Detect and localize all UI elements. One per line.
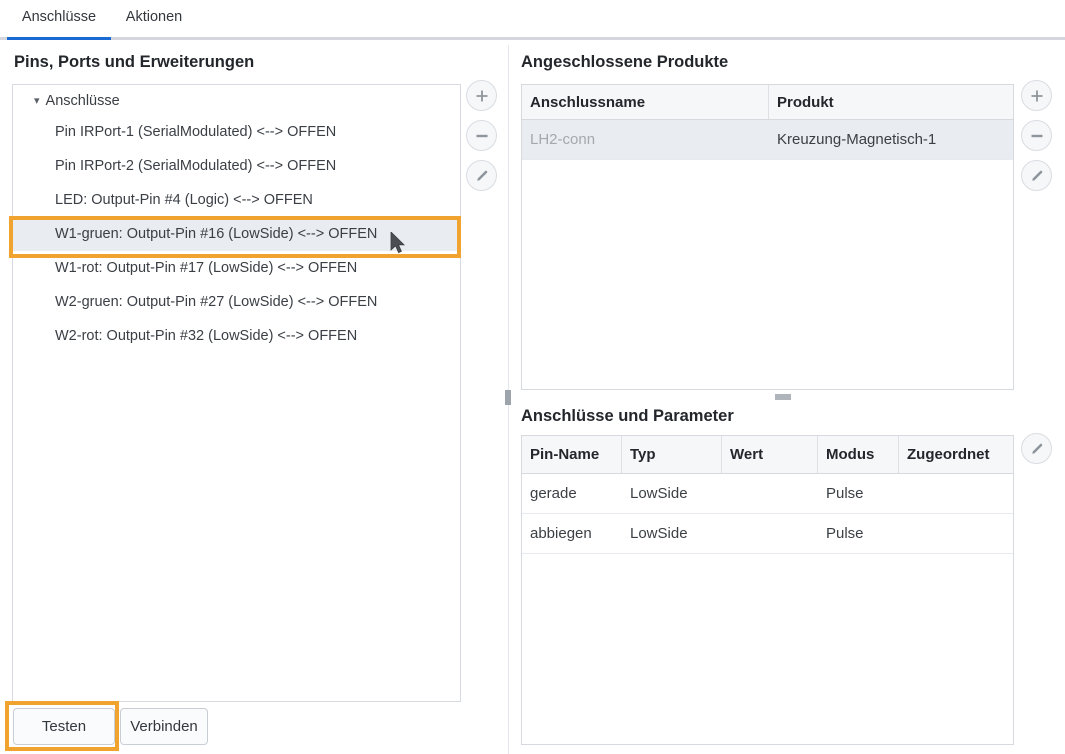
add-pin-button[interactable] [466, 80, 497, 111]
vertical-splitter-handle[interactable] [505, 390, 511, 405]
pencil-icon [1029, 168, 1045, 184]
verbinden-button[interactable]: Verbinden [120, 708, 208, 745]
cell-zugeordnet [899, 474, 1013, 513]
tree-item[interactable]: Pin IRPort-2 (SerialModulated) <--> OFFE… [13, 149, 460, 183]
tree-item[interactable]: W1-gruen: Output-Pin #16 (LowSide) <--> … [13, 217, 460, 251]
tab-bar-divider [0, 37, 1065, 40]
tab-bar: Anschlüsse Aktionen [0, 0, 1065, 40]
products-table: Anschlussname Produkt LH2-connKreuzung-M… [521, 84, 1014, 390]
plus-icon [474, 88, 490, 104]
tree-root-label: Anschlüsse [46, 93, 120, 109]
parameters-table: Pin-Name Typ Wert Modus Zugeordnet gerad… [521, 435, 1014, 745]
minus-icon [474, 128, 490, 144]
cell-anschlussname: LH2-conn [522, 120, 769, 159]
remove-pin-button[interactable] [466, 120, 497, 151]
testen-button[interactable]: Testen [13, 708, 115, 745]
horizontal-splitter-handle[interactable] [775, 394, 791, 400]
cell-pin-name: gerade [522, 474, 622, 513]
tree-item[interactable]: W1-rot: Output-Pin #17 (LowSide) <--> OF… [13, 251, 460, 285]
column-header-wert[interactable]: Wert [722, 436, 818, 473]
edit-pin-button[interactable] [466, 160, 497, 191]
tab-anschluesse[interactable]: Anschlüsse [7, 0, 111, 37]
left-panel-title: Pins, Ports und Erweiterungen [14, 53, 254, 72]
products-table-header: Anschlussname Produkt [522, 85, 1013, 120]
column-header-zugeordnet[interactable]: Zugeordnet [899, 436, 1013, 473]
column-header-typ[interactable]: Typ [622, 436, 722, 473]
column-header-pin-name[interactable]: Pin-Name [522, 436, 622, 473]
column-header-modus[interactable]: Modus [818, 436, 899, 473]
pins-tree-list: ▾ Anschlüsse Pin IRPort-1 (SerialModulate… [12, 84, 461, 702]
tree-root-anschluesse[interactable]: ▾ Anschlüsse [13, 87, 460, 115]
cell-modus: Pulse [818, 474, 899, 513]
tree-item[interactable]: LED: Output-Pin #4 (Logic) <--> OFFEN [13, 183, 460, 217]
tree-item[interactable]: W2-rot: Output-Pin #32 (LowSide) <--> OF… [13, 319, 460, 353]
table-row[interactable]: geradeLowSide Pulse [522, 474, 1013, 514]
add-product-button[interactable] [1021, 80, 1052, 111]
plus-icon [1029, 88, 1045, 104]
edit-parameter-button[interactable] [1021, 433, 1052, 464]
chevron-down-icon[interactable]: ▾ [34, 87, 40, 115]
table-row[interactable]: LH2-connKreuzung-Magnetisch-1 [522, 120, 1013, 160]
cell-typ: LowSide [622, 514, 722, 553]
pencil-icon [1029, 441, 1045, 457]
active-tab-indicator [7, 37, 111, 40]
products-panel-title: Angeschlossene Produkte [521, 53, 728, 72]
cell-modus: Pulse [818, 514, 899, 553]
cell-pin-name: abbiegen [522, 514, 622, 553]
pencil-icon [474, 168, 490, 184]
cell-wert [722, 514, 818, 553]
edit-product-button[interactable] [1021, 160, 1052, 191]
minus-icon [1029, 128, 1045, 144]
tab-aktionen[interactable]: Aktionen [111, 0, 197, 37]
tree-item[interactable]: Pin IRPort-1 (SerialModulated) <--> OFFE… [13, 115, 460, 149]
cell-zugeordnet [899, 514, 1013, 553]
app-window: Anschlüsse Aktionen Pins, Ports und Erwe… [0, 0, 1065, 754]
table-row[interactable]: abbiegenLowSide Pulse [522, 514, 1013, 554]
cell-typ: LowSide [622, 474, 722, 513]
cell-produkt: Kreuzung-Magnetisch-1 [769, 120, 1013, 159]
column-header-produkt[interactable]: Produkt [769, 85, 1013, 119]
column-header-anschlussname[interactable]: Anschlussname [522, 85, 769, 119]
tree-item[interactable]: W2-gruen: Output-Pin #27 (LowSide) <--> … [13, 285, 460, 319]
parameters-panel-title: Anschlüsse und Parameter [521, 407, 734, 426]
remove-product-button[interactable] [1021, 120, 1052, 151]
cell-wert [722, 474, 818, 513]
parameters-table-header: Pin-Name Typ Wert Modus Zugeordnet [522, 436, 1013, 474]
